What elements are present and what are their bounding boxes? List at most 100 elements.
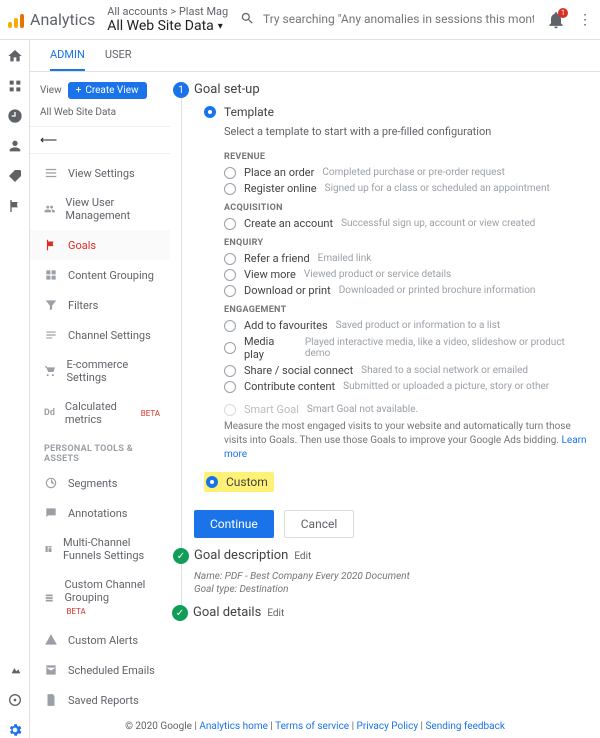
- template-register-online[interactable]: Register onlineSigned up for a class or …: [224, 182, 592, 195]
- grouping-icon: [44, 268, 58, 282]
- step-2-title: Goal description: [194, 548, 288, 563]
- top-bar: Analytics All accounts > Plast Mag All W…: [0, 0, 600, 40]
- sidebar-item-annotations[interactable]: Annotations: [30, 498, 170, 528]
- sidebar-item-content-grouping[interactable]: Content Grouping: [30, 260, 170, 290]
- smart-goal-na: Smart Goal not available.: [307, 404, 418, 415]
- notifications-button[interactable]: 1: [546, 10, 566, 30]
- clock-icon[interactable]: [7, 108, 23, 124]
- continue-button[interactable]: Continue: [194, 510, 274, 538]
- flag-icon: [44, 238, 58, 252]
- sidebar-item-custom-alerts[interactable]: Custom Alerts: [30, 625, 170, 655]
- template-label: Place an order: [244, 166, 314, 179]
- sidebar-item-label: Content Grouping: [68, 269, 154, 282]
- option-template[interactable]: Template: [204, 105, 592, 119]
- footer-link-home[interactable]: Analytics home: [199, 721, 268, 732]
- account-selector[interactable]: All accounts > Plast Mag All Web Site Da…: [107, 5, 228, 34]
- settings-icon: [44, 166, 58, 180]
- step-2-badge: ✓: [173, 548, 189, 564]
- edit-link[interactable]: Edit: [294, 551, 311, 562]
- template-contribute-content[interactable]: Contribute contentSubmitted or uploaded …: [224, 380, 592, 393]
- report-icon: [44, 693, 58, 707]
- dd-icon: Dd: [44, 406, 55, 420]
- sidebar-item-view-settings[interactable]: View Settings: [30, 158, 170, 188]
- sidebar-item-goals[interactable]: Goals: [30, 230, 170, 260]
- option-custom[interactable]: Custom: [204, 472, 274, 492]
- sidebar-item-label: Filters: [68, 299, 98, 312]
- template-download-print[interactable]: Download or print Downloaded or printed b…: [224, 284, 592, 297]
- template-hint: Downloaded or printed brochure informati…: [339, 285, 536, 296]
- template-hint: Shared to a social network or emailed: [361, 365, 528, 376]
- sidebar-item-saved-reports[interactable]: Saved Reports: [30, 685, 170, 715]
- template-label: Refer a friend: [244, 252, 310, 265]
- sidebar-item-segments[interactable]: Segments: [30, 468, 170, 498]
- sidebar-item-user-management[interactable]: View User Management: [30, 188, 170, 230]
- template-share-social[interactable]: Share / social connectShared to a social…: [224, 364, 592, 377]
- cat-engagement: ENGAGEMENT: [224, 305, 592, 315]
- create-view-button[interactable]: +Create View: [68, 82, 147, 99]
- property-name: All Web Site Data: [107, 18, 214, 34]
- template-label: Download or print: [244, 284, 331, 297]
- gear-icon[interactable]: [7, 722, 23, 738]
- option-label: Template: [224, 105, 274, 119]
- sidebar-item-ecommerce-settings[interactable]: E-commerce Settings: [30, 350, 170, 392]
- search-icon[interactable]: [240, 11, 255, 29]
- template-hint: Played interactive media, like a video, …: [305, 337, 592, 359]
- goal-setup-pane: 1 Goal set-up Template Select a template…: [170, 72, 600, 715]
- step-1-badge: 1: [173, 82, 189, 98]
- sidebar-item-channel-settings[interactable]: Channel Settings: [30, 320, 170, 350]
- template-hint: Emailed link: [318, 253, 372, 264]
- tab-user[interactable]: USER: [105, 48, 132, 71]
- sidebar-item-scheduled-emails[interactable]: Scheduled Emails: [30, 655, 170, 685]
- template-refer-friend[interactable]: Refer a friend Emailed link: [224, 252, 592, 265]
- template-place-an-order[interactable]: Place an orderCompleted purchase or pre-…: [224, 166, 592, 179]
- dashboard-icon[interactable]: [7, 78, 23, 94]
- attribution-icon[interactable]: [7, 662, 23, 678]
- template-hint: Viewed product or service details: [304, 269, 451, 280]
- footer-link-feedback[interactable]: Sending feedback: [425, 721, 504, 732]
- more-icon[interactable]: ⋮: [578, 12, 592, 28]
- template-hint: Saved product or information to a list: [336, 320, 501, 331]
- account-path: All accounts > Plast Mag: [107, 5, 228, 18]
- back-arrow-icon: ⟵: [40, 133, 57, 147]
- search-input[interactable]: [263, 12, 534, 26]
- radio-icon: [224, 381, 236, 393]
- ga-logo-icon: [8, 12, 24, 28]
- sidebar-item-label: Goals: [68, 239, 96, 252]
- cat-enquiry: ENQUIRY: [224, 238, 592, 248]
- sidebar-item-custom-channel-grouping[interactable]: Custom Channel GroupingBETA: [30, 570, 170, 625]
- sidebar-item-label: Scheduled Emails: [68, 664, 155, 677]
- template-media-play[interactable]: Media playPlayed interactive media, like…: [224, 335, 592, 361]
- sidebar-item-label: Channel Settings: [68, 329, 151, 342]
- sidebar-item-calculated-metrics[interactable]: DdCalculated metricsBETA: [30, 392, 170, 434]
- step-3-badge: ✓: [172, 605, 188, 621]
- template-create-account[interactable]: Create an accountSuccessful sign up, acc…: [224, 217, 592, 230]
- back-button[interactable]: ⟵: [30, 126, 170, 154]
- tools-header: PERSONAL TOOLS & ASSETS: [30, 434, 170, 468]
- cancel-button[interactable]: Cancel: [284, 510, 355, 538]
- sidebar-item-filters[interactable]: Filters: [30, 290, 170, 320]
- sidebar-item-mcf-settings[interactable]: Multi-Channel Funnels Settings: [30, 528, 170, 570]
- flag-icon[interactable]: [7, 198, 23, 214]
- note-icon: [44, 506, 58, 520]
- view-label: View: [40, 85, 62, 96]
- home-icon[interactable]: [7, 48, 23, 64]
- cat-acquisition: ACQUISITION: [224, 203, 592, 213]
- footer-link-terms[interactable]: Terms of service: [275, 721, 349, 732]
- footer-link-privacy[interactable]: Privacy Policy: [357, 721, 419, 732]
- user-icon[interactable]: [7, 138, 23, 154]
- notif-badge: 1: [558, 8, 568, 18]
- edit-link[interactable]: Edit: [267, 608, 284, 619]
- tab-admin[interactable]: ADMIN: [50, 48, 85, 71]
- tag-icon[interactable]: [7, 168, 23, 184]
- template-hint: Successful sign up, account or view crea…: [341, 218, 535, 229]
- radio-icon: [224, 342, 236, 354]
- discover-icon[interactable]: [7, 692, 23, 708]
- view-name-value[interactable]: All Web Site Data: [30, 107, 170, 126]
- sidebar-item-label: Calculated metrics: [65, 400, 129, 426]
- users-icon: [44, 202, 55, 216]
- radio-icon: [224, 167, 236, 179]
- analytics-logo: Analytics: [8, 10, 95, 29]
- goal-name: Name: PDF - Best Company Every 2020 Docu…: [194, 571, 592, 582]
- template-add-favourites[interactable]: Add to favouritesSaved product or inform…: [224, 319, 592, 332]
- template-view-more[interactable]: View moreViewed product or service detai…: [224, 268, 592, 281]
